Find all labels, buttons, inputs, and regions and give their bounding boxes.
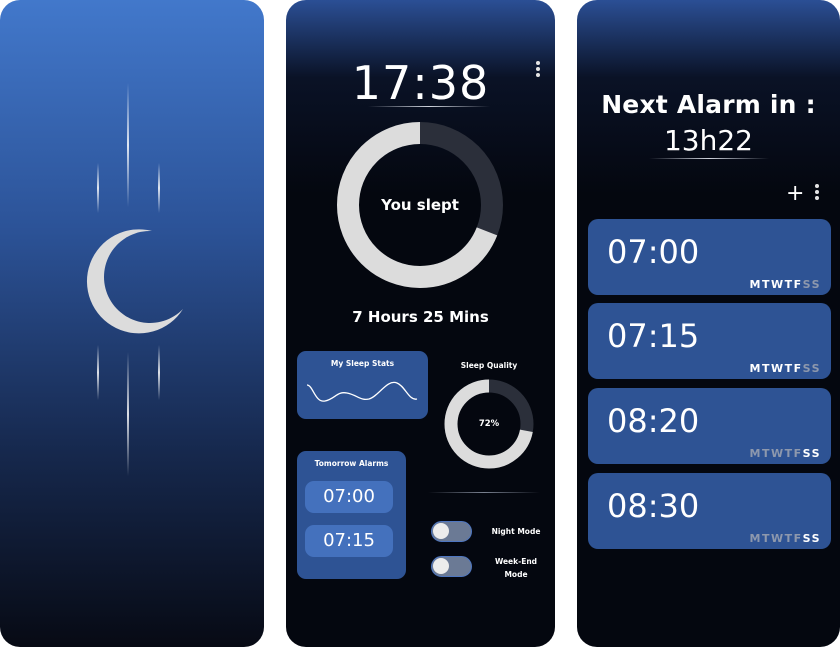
alarm-card[interactable]: 08:30 MTWTFSS (588, 473, 831, 549)
add-alarm-icon[interactable]: + (786, 181, 804, 207)
weekday-letter[interactable]: T (762, 447, 771, 460)
weekday-letter[interactable]: F (794, 532, 803, 545)
next-alarm-title: Next Alarm in : (601, 90, 816, 119)
weekday-letter[interactable]: W (771, 447, 785, 460)
tomorrow-alarms-title: Tomorrow Alarms (314, 459, 389, 468)
weekday-letter[interactable]: S (803, 278, 812, 291)
toggle-knob (433, 523, 449, 539)
sleep-stats-wave (306, 381, 418, 402)
weekday-letter[interactable]: W (771, 532, 785, 545)
weekday-letter[interactable]: T (785, 532, 794, 545)
more-options-icon[interactable] (535, 61, 541, 83)
next-alarm-countdown: 13h22 (663, 124, 753, 157)
alarm-days: MTWTFSS (749, 362, 821, 375)
weekday-letter[interactable]: W (771, 362, 785, 375)
alarm-time: 07:15 (607, 317, 700, 355)
more-options-icon[interactable] (814, 184, 820, 206)
weekday-letter[interactable]: T (785, 447, 794, 460)
weekday-letter[interactable]: S (803, 532, 812, 545)
weekday-letter[interactable]: T (762, 532, 771, 545)
weekday-letter[interactable]: S (812, 532, 821, 545)
weekday-letter[interactable]: T (762, 362, 771, 375)
weekday-letter[interactable]: T (785, 278, 794, 291)
weekday-letter[interactable]: S (812, 447, 821, 460)
tomorrow-alarms-card: Tomorrow Alarms 07:00 07:15 (297, 451, 406, 579)
current-time: 17:38 (351, 56, 490, 110)
weekday-letter[interactable]: M (749, 447, 761, 460)
weekday-letter[interactable]: W (771, 278, 785, 291)
sleep-stats-card[interactable]: My Sleep Stats (297, 351, 428, 419)
tomorrow-alarm-item[interactable]: 07:00 (305, 481, 393, 513)
sleep-ring-label: You slept (381, 196, 459, 214)
alarm-time: 08:20 (607, 402, 700, 440)
weekend-mode-label: Week-End Mode (494, 557, 538, 579)
alarm-days: MTWTFSS (749, 278, 821, 291)
alarms-screen: Next Alarm in : 13h22 + 07:00 MTWTFSS 07… (577, 0, 840, 647)
night-mode-toggle[interactable] (431, 521, 472, 542)
weekday-letter[interactable]: S (803, 447, 812, 460)
alarm-card[interactable]: 08:20 MTWTFSS (588, 388, 831, 464)
alarm-days: MTWTFSS (749, 447, 821, 460)
sleep-duration: 7 Hours 25 Mins (352, 308, 489, 326)
alarm-days: MTWTFSS (749, 532, 821, 545)
clock-underline (368, 106, 490, 107)
weekday-letter[interactable]: F (794, 447, 803, 460)
splash-screen (0, 0, 264, 647)
countdown-underline (649, 158, 769, 159)
sleep-stats-title: My Sleep Stats (330, 359, 395, 368)
alarm-card[interactable]: 07:00 MTWTFSS (588, 219, 831, 295)
weekday-letter[interactable]: M (749, 532, 761, 545)
sleep-quality-title: Sleep Quality (460, 361, 518, 370)
weekday-letter[interactable]: M (749, 278, 761, 291)
settings-divider (428, 492, 540, 493)
crescent-moon-icon (86, 229, 183, 334)
night-mode-label: Night Mode (491, 527, 541, 536)
weekday-letter[interactable]: T (785, 362, 794, 375)
alarm-card[interactable]: 07:15 MTWTFSS (588, 303, 831, 379)
weekday-letter[interactable]: S (812, 362, 821, 375)
weekend-mode-toggle[interactable] (431, 556, 472, 577)
alarm-time: 08:30 (607, 487, 700, 525)
weekday-letter[interactable]: S (803, 362, 812, 375)
weekday-letter[interactable]: F (794, 362, 803, 375)
weekday-letter[interactable]: M (749, 362, 761, 375)
tomorrow-alarm-item[interactable]: 07:15 (305, 525, 393, 557)
home-screen: 17:38 You slept 7 Hours 25 Mins My Sleep… (286, 0, 555, 647)
toggle-knob (433, 558, 449, 574)
alarm-time: 07:00 (607, 233, 700, 271)
weekday-letter[interactable]: F (794, 278, 803, 291)
sleep-quality-value: 72% (478, 419, 500, 429)
weekday-letter[interactable]: S (812, 278, 821, 291)
weekday-letter[interactable]: T (762, 278, 771, 291)
